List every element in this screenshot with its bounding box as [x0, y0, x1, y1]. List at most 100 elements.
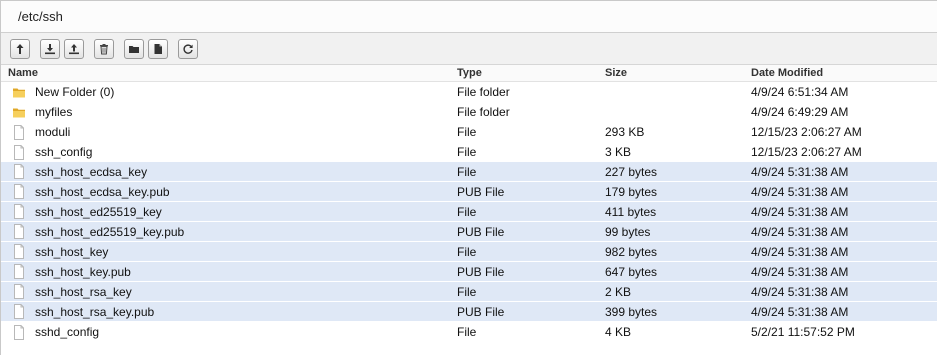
file-date: 4/9/24 6:51:34 AM [751, 85, 849, 99]
file-size: 399 bytes [605, 304, 658, 319]
file-row[interactable]: ssh_host_ecdsa_key.pub PUB File 179 byte… [1, 182, 937, 202]
up-folder-button[interactable] [10, 38, 30, 59]
column-header-size[interactable]: Size [597, 67, 744, 79]
file-manager-panel: /etc/ssh Name Type Size Date Modified Ne… [0, 0, 937, 355]
file-name: ssh_host_ecdsa_key [35, 164, 148, 179]
file-type: PUB File [457, 184, 505, 199]
refresh-button[interactable] [178, 38, 198, 59]
file-date: 12/15/23 2:06:27 AM [751, 145, 862, 159]
file-type: File [457, 325, 477, 339]
file-row[interactable]: ssh_config File 3 KB 12/15/23 2:06:27 AM [1, 142, 937, 162]
file-type: File [457, 244, 477, 259]
path-bar: /etc/ssh [1, 1, 937, 33]
file-icon [12, 124, 26, 140]
file-type: File [457, 284, 477, 299]
file-icon [12, 224, 26, 239]
column-header-type[interactable]: Type [449, 67, 597, 79]
file-name: moduli [35, 125, 71, 139]
file-icon [12, 264, 26, 279]
trash-icon [100, 43, 108, 54]
file-size: 99 bytes [605, 224, 651, 239]
upload-button[interactable] [64, 38, 84, 59]
file-date: 4/9/24 5:31:38 AM [751, 244, 849, 259]
file-row[interactable]: moduli File 293 KB 12/15/23 2:06:27 AM [1, 122, 937, 142]
file-name: ssh_host_ed25519_key.pub [35, 224, 185, 239]
file-size: 227 bytes [605, 164, 658, 179]
column-header-date[interactable]: Date Modified [744, 67, 823, 79]
file-name: ssh_host_ed25519_key [35, 204, 162, 219]
file-icon [12, 184, 26, 199]
column-header-row: Name Type Size Date Modified [1, 65, 937, 82]
folder-icon [129, 45, 139, 53]
file-size: 411 bytes [605, 204, 657, 219]
file-date: 4/9/24 5:31:38 AM [751, 204, 849, 219]
download-icon [45, 43, 55, 54]
column-header-name[interactable]: Name [1, 67, 449, 79]
file-type: File [457, 125, 477, 139]
file-row[interactable]: ssh_host_ecdsa_key File 227 bytes 4/9/24… [1, 162, 937, 182]
folder-row[interactable]: New Folder (0) File folder 4/9/24 6:51:3… [1, 82, 937, 102]
file-date: 4/9/24 5:31:38 AM [751, 264, 849, 279]
file-icon [12, 244, 26, 259]
file-row[interactable]: ssh_host_ed25519_key.pub PUB File 99 byt… [1, 222, 937, 242]
folder-icon [12, 85, 26, 100]
file-row[interactable]: sshd_config File 4 KB 5/2/21 11:57:52 PM [1, 322, 937, 342]
file-icon [12, 164, 26, 179]
file-row[interactable]: ssh_host_rsa_key.pub PUB File 399 bytes … [1, 302, 937, 322]
file-type: File folder [457, 105, 510, 119]
file-type: File folder [457, 85, 510, 99]
file-name: ssh_host_ecdsa_key.pub [35, 184, 170, 199]
file-row[interactable]: ssh_host_key.pub PUB File 647 bytes 4/9/… [1, 262, 937, 282]
upload-icon [69, 43, 79, 54]
file-name: ssh_host_rsa_key [35, 284, 132, 299]
file-type: File [457, 145, 477, 159]
file-size: 647 bytes [605, 264, 658, 279]
delete-button[interactable] [94, 38, 114, 59]
download-button[interactable] [40, 38, 60, 59]
file-name: ssh_host_key.pub [35, 264, 131, 279]
file-type: PUB File [457, 264, 505, 279]
file-icon [12, 284, 26, 299]
file-date: 4/9/24 5:31:38 AM [751, 184, 849, 199]
file-icon [12, 304, 26, 319]
file-row[interactable]: ssh_host_rsa_key File 2 KB 4/9/24 5:31:3… [1, 282, 937, 302]
file-date: 5/2/21 11:57:52 PM [751, 325, 855, 339]
new-file-button[interactable] [148, 38, 168, 59]
file-row[interactable]: ssh_host_ed25519_key File 411 bytes 4/9/… [1, 202, 937, 222]
refresh-icon [183, 43, 193, 54]
file-row[interactable]: ssh_host_key File 982 bytes 4/9/24 5:31:… [1, 242, 937, 262]
file-icon [154, 43, 162, 54]
file-size: 2 KB [605, 284, 632, 299]
file-name: ssh_host_rsa_key.pub [35, 304, 155, 319]
arrow-up-icon [16, 43, 24, 54]
file-date: 4/9/24 5:31:38 AM [751, 284, 849, 299]
file-date: 4/9/24 6:49:29 AM [751, 105, 849, 119]
file-type: PUB File [457, 304, 505, 319]
file-name: ssh_host_key [35, 244, 109, 259]
file-date: 4/9/24 5:31:38 AM [751, 164, 849, 179]
folder-row[interactable]: myfiles File folder 4/9/24 6:49:29 AM [1, 102, 937, 122]
current-path: /etc/ssh [18, 9, 63, 24]
file-size: 982 bytes [605, 244, 658, 259]
file-size: 3 KB [605, 145, 632, 159]
new-folder-button[interactable] [124, 38, 144, 59]
file-name: New Folder (0) [35, 85, 115, 99]
file-date: 4/9/24 5:31:38 AM [751, 304, 849, 319]
file-date: 4/9/24 5:31:38 AM [751, 224, 849, 239]
file-type: File [457, 204, 477, 219]
file-type: PUB File [457, 224, 505, 239]
file-list: New Folder (0) File folder 4/9/24 6:51:3… [1, 82, 937, 342]
file-name: ssh_config [35, 145, 93, 159]
file-name: sshd_config [35, 325, 100, 339]
toolbar [1, 33, 937, 65]
folder-icon [12, 105, 26, 120]
file-size: 4 KB [605, 325, 632, 339]
file-size: 179 bytes [605, 184, 658, 199]
file-icon [12, 204, 26, 219]
file-size: 293 KB [605, 125, 645, 139]
file-name: myfiles [35, 105, 73, 119]
file-icon [12, 144, 26, 160]
file-type: File [457, 164, 477, 179]
file-date: 12/15/23 2:06:27 AM [751, 125, 862, 139]
file-icon [12, 324, 26, 340]
